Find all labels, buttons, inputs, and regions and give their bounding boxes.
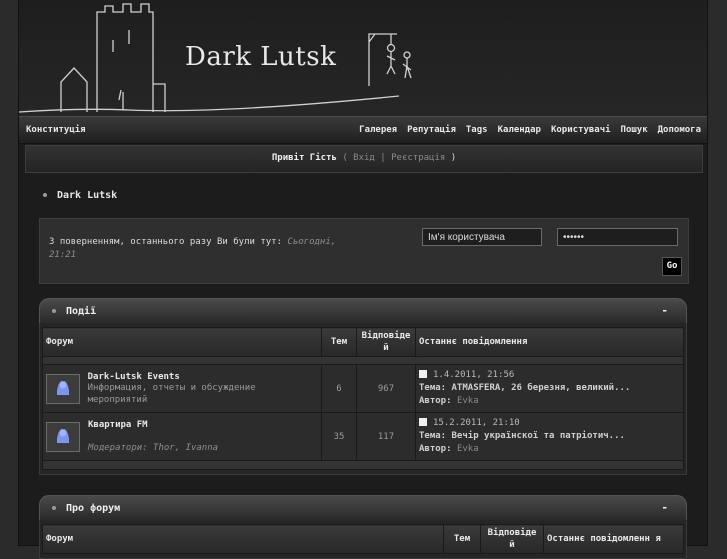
last-post-cell: 15.2.2011, 21:10 Тема: Вечір українскої … [415,412,684,461]
post-icon[interactable] [419,370,427,378]
link-separator: | [380,153,386,163]
paren-open: ( [342,153,348,163]
nav-link-reputation[interactable]: Репутація [407,125,456,135]
forum-table-wrap: Форум Тем Відповіде й Останнє повідомлен… [39,520,687,559]
forum-table: Форум Тем Відповіде й Останнє повідомлен… [42,524,684,554]
nav-link-tags[interactable]: Tags [466,125,488,135]
forum-name[interactable]: Квартира FM [88,420,218,430]
col-topics: Тем [443,524,481,554]
site-header: Dark Lutsk [19,0,707,116]
bullet-icon [43,193,47,197]
forum-moderators: Модератори: Thor, Ivanna [88,442,219,453]
nav-link-calendar[interactable]: Календар [498,125,541,135]
category-about-forum: Про форум - Форум Тем Відповіде й Останн… [39,495,687,559]
col-forum: Форум [42,524,444,554]
login-go-button[interactable]: Go [662,257,682,276]
last-topic-link[interactable]: Вечір українскої та патріотич... [452,431,625,441]
page-frame: Dark Lutsk Конституція Галерея Репутація… [19,0,707,559]
table-row: Dark-Lutsk Events Информация, отчеты и о… [42,364,684,413]
topic-label: Тема: [419,383,447,393]
username-field[interactable]: Ім'я користувача [422,228,542,246]
login-box: З поверненням, останнього разу Ви були т… [39,218,689,284]
last-topic-link[interactable]: ATMASFERA, 26 березня, великий... [452,383,631,393]
table-row: Квартира FM Модератори: Thor, Ivanna 35 … [42,412,684,461]
login-link[interactable]: Вхід [353,153,375,163]
bullet-icon [52,309,56,313]
col-last-post: Останнє повідомлення [415,327,684,357]
col-last-post: Останнє повідомленн я [543,524,684,554]
topic-label: Тема: [419,431,447,441]
nav-link-help[interactable]: Допомога [658,125,701,135]
collapse-button[interactable]: - [661,304,668,317]
category-header: Події - [39,298,687,323]
castle-logo-art [19,3,412,113]
guest-greeting: Привіт Гість [271,153,337,163]
author-label: Автор: [419,396,452,406]
site-logo-text[interactable]: Dark Lutsk [185,42,336,72]
forum-cell: Квартира FM Модератори: Thor, Ivanna [42,412,322,461]
last-post-time: 1.4.2011, 21:56 [433,370,515,380]
forum-status-icon [46,421,80,452]
author-label: Автор: [419,444,452,454]
forum-status-icon [46,373,80,404]
forum-name[interactable]: Dark-Lutsk Events [88,372,318,382]
category-title[interactable]: Про форум [66,503,120,514]
nav-right-links: Галерея Репутація Tags Календар Користув… [359,125,701,135]
col-replies: Відповіде й [480,524,544,554]
topics-count: 35 [321,412,357,461]
category-title[interactable]: Події [66,306,96,317]
password-field[interactable]: •••••• [557,228,678,246]
nav-link-constitution[interactable]: Конституція [26,125,86,135]
table-header-row: Форум Тем Відповіде й Останнє повідомлен… [42,327,684,357]
post-icon[interactable] [419,418,427,426]
collapse-button[interactable]: - [661,501,668,514]
col-topics: Тем [321,327,357,357]
forum-description: Информация, отчеты и обсуждение мероприя… [87,382,256,405]
category-header: Про форум - [39,495,687,520]
col-replies: Відповіде й [356,327,416,357]
spacer-row [42,356,684,365]
welcome-back-text: З поверненням, останнього разу Ви були т… [49,237,282,247]
nav-link-search[interactable]: Пошук [621,125,648,135]
last-visit-message: З поверненням, останнього разу Ви були т… [49,236,359,262]
spacer-row [42,460,684,470]
welcome-bar: Привіт Гість ( Вхід | Реєстрація ) [25,145,703,173]
forum-table: Форум Тем Відповіде й Останнє повідомлен… [42,327,684,470]
paren-close: ) [450,153,457,163]
last-author-link[interactable]: Evka [457,444,479,454]
forum-table-wrap: Форум Тем Відповіде й Останнє повідомлен… [39,323,687,475]
breadcrumb: Dark Lutsk [43,190,117,201]
replies-count: 967 [356,364,416,413]
last-post-time: 15.2.2011, 21:10 [433,418,520,428]
forum-cell: Dark-Lutsk Events Информация, отчеты и о… [42,364,322,413]
last-post-cell: 1.4.2011, 21:56 Тема: ATMASFERA, 26 бере… [415,364,684,413]
nav-link-gallery[interactable]: Галерея [359,125,397,135]
table-header-row: Форум Тем Відповіде й Останнє повідомлен… [42,524,684,554]
replies-count: 117 [356,412,416,461]
nav-link-users[interactable]: Користувачі [551,125,611,135]
main-nav: Конституція Галерея Репутація Tags Кален… [19,116,707,144]
last-author-link[interactable]: Evka [457,396,479,406]
topics-count: 6 [321,364,357,413]
bullet-icon [52,506,56,510]
register-link[interactable]: Реєстрація [391,153,445,163]
category-events: Події - Форум Тем Відповіде й Останнє по… [39,298,687,475]
breadcrumb-home[interactable]: Dark Lutsk [57,190,117,201]
col-forum: Форум [42,327,322,357]
